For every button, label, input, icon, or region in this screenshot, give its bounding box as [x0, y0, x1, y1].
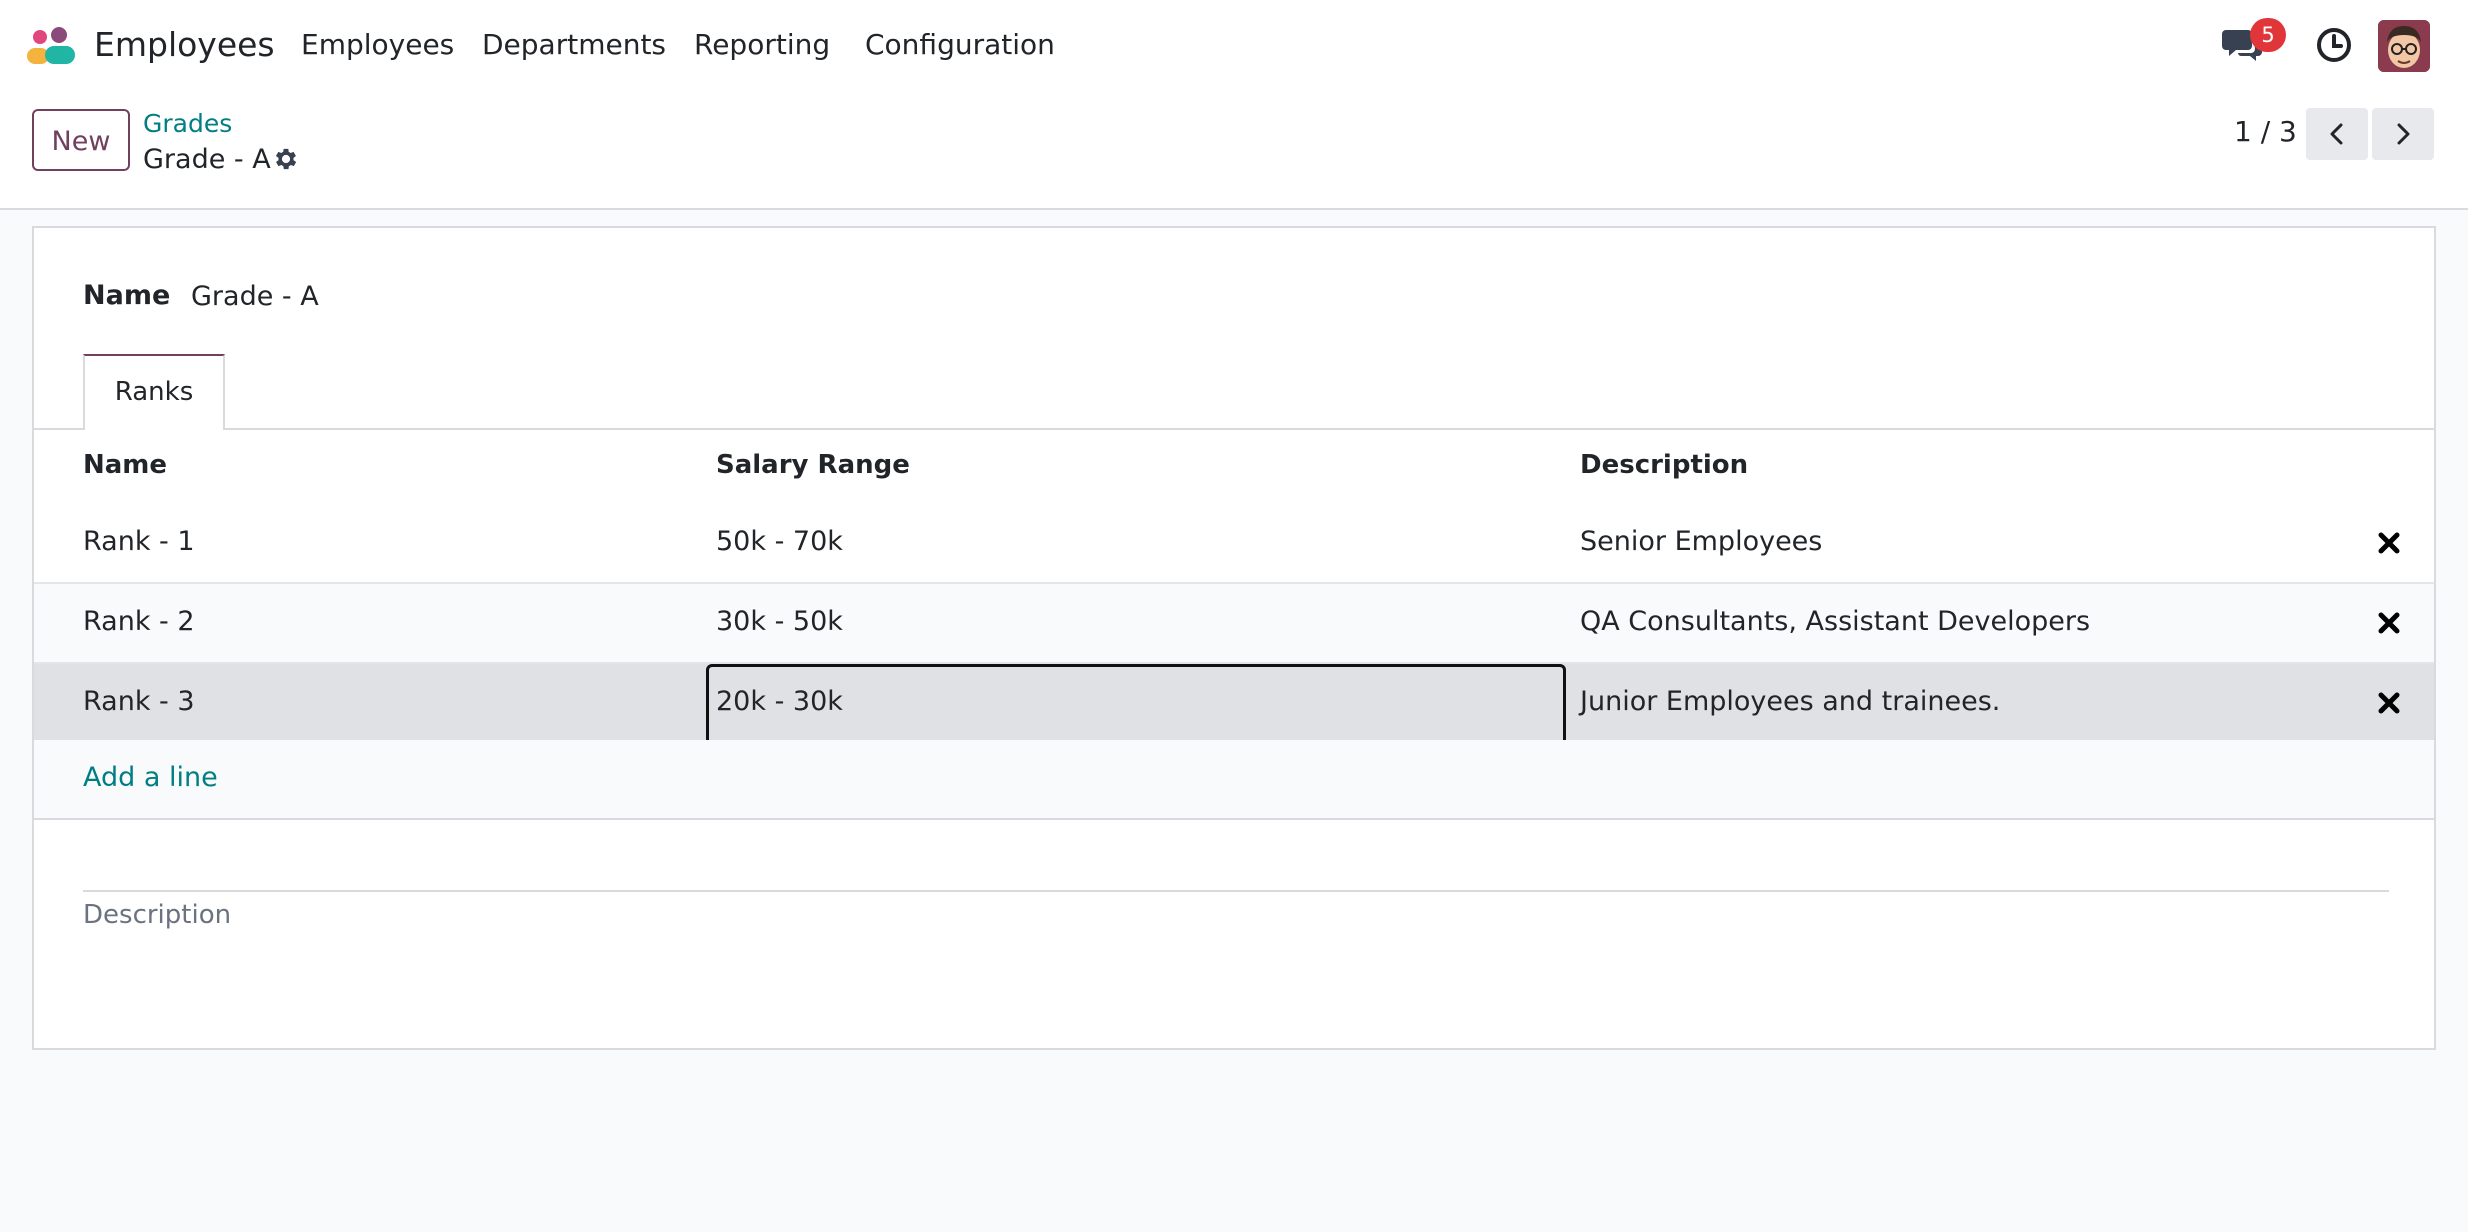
table-row[interactable]: Rank - 2 30k - 50k QA Consultants, Assis…	[34, 584, 2434, 664]
avatar[interactable]	[2378, 20, 2430, 72]
add-a-line-link[interactable]: Add a line	[83, 762, 218, 793]
name-field[interactable]: Grade - A	[191, 281, 319, 312]
app-name[interactable]: Employees	[94, 22, 275, 68]
ranks-table-header: Name Salary Range Description	[34, 430, 2434, 506]
chevron-left-icon	[2330, 123, 2343, 145]
breadcrumb-current: Grade - A	[143, 144, 271, 175]
avatar-face-icon	[2378, 20, 2430, 72]
description-cell[interactable]: QA Consultants, Assistant Developers	[1580, 606, 2090, 637]
pager-next-button[interactable]	[2372, 108, 2434, 160]
salary-range-cell[interactable]: 30k - 50k	[716, 606, 843, 637]
messages-badge: 5	[2250, 18, 2286, 52]
pager-previous-button[interactable]	[2306, 108, 2368, 160]
form-sheet: Name Grade - A Ranks Name Salary Range D…	[32, 226, 2436, 1050]
salary-range-input[interactable]: 20k - 30k	[706, 664, 1566, 746]
top-navbar: Employees Employees Departments Reportin…	[0, 0, 2468, 90]
delete-icon[interactable]	[2377, 611, 2401, 635]
rank-name-cell[interactable]: Rank - 1	[83, 526, 195, 557]
description-separator	[83, 890, 2389, 892]
pager-value[interactable]: 1 / 3	[2234, 112, 2297, 152]
description-cell[interactable]: Junior Employees and trainees.	[1580, 686, 2000, 717]
salary-range-input-value[interactable]: 20k - 30k	[716, 686, 843, 717]
menu-departments[interactable]: Departments	[482, 24, 666, 66]
description-field[interactable]: Description	[83, 900, 2389, 980]
name-field-label: Name	[83, 280, 171, 311]
menu-employees[interactable]: Employees	[301, 24, 454, 66]
chevron-right-icon	[2397, 123, 2410, 145]
description-cell[interactable]: Senior Employees	[1580, 526, 1822, 557]
column-header-name[interactable]: Name	[83, 450, 167, 480]
menu-configuration[interactable]: Configuration	[865, 24, 1055, 66]
clock-icon[interactable]	[2316, 27, 2352, 63]
add-line-row: Add a line	[34, 740, 2434, 820]
table-row[interactable]: Rank - 1 50k - 70k Senior Employees	[34, 504, 2434, 584]
column-header-salary-range[interactable]: Salary Range	[716, 450, 910, 480]
delete-icon[interactable]	[2377, 691, 2401, 715]
salary-range-cell[interactable]: 50k - 70k	[716, 526, 843, 557]
rank-name-cell[interactable]: Rank - 3	[83, 686, 195, 717]
delete-icon[interactable]	[2377, 531, 2401, 555]
app-logo-icon[interactable]	[25, 26, 79, 66]
breadcrumb-grades-link[interactable]: Grades	[143, 108, 232, 140]
column-header-description[interactable]: Description	[1580, 450, 1748, 480]
rank-name-cell[interactable]: Rank - 2	[83, 606, 195, 637]
tab-ranks[interactable]: Ranks	[83, 354, 225, 430]
gear-icon[interactable]	[272, 145, 300, 173]
control-panel: New Grades Grade - A 1 / 3	[0, 90, 2468, 210]
menu-reporting[interactable]: Reporting	[694, 24, 830, 66]
table-row-selected[interactable]: Rank - 3 20k - 30k Junior Employees and …	[34, 664, 2434, 746]
new-button[interactable]: New	[32, 109, 130, 171]
